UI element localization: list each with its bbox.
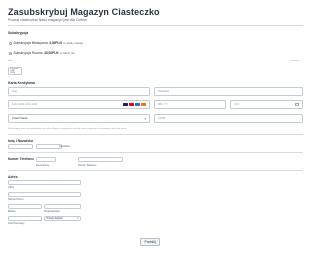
- discover-icon: [141, 102, 146, 107]
- option-yearly-suffix: co każdy rok: [59, 51, 75, 55]
- option-monthly-label: Subskrypcja Miesięczna: [13, 41, 48, 45]
- phone-area-sublabel: Kierunkowy: [36, 163, 50, 167]
- page-subtitle: Poznaj ciasteczka! Nasz magazyn jest dla…: [8, 18, 88, 22]
- submit-button[interactable]: Prześlij: [140, 238, 160, 246]
- country-select[interactable]: Proszę Wybrać ▾: [44, 216, 81, 221]
- phone-divider: [8, 170, 303, 171]
- card-last-name-input[interactable]: Nazwisko: [154, 87, 303, 96]
- option-monthly-suffix: co każdy miesiąc: [63, 41, 84, 45]
- total-value: 0,00 PLN: [10, 70, 15, 74]
- phone-number-input[interactable]: [78, 157, 123, 162]
- visa-icon: [123, 102, 128, 107]
- coupon-hint: Kod: [8, 60, 12, 62]
- card-country-select[interactable]: United States ▾: [8, 114, 150, 123]
- option-monthly-price: 4,00PLN: [49, 41, 62, 45]
- phone-number-sublabel: Numer Telefonu: [78, 163, 97, 167]
- total-box: Łącznie 0,00 PLN: [8, 67, 22, 75]
- amex-icon: [135, 102, 140, 107]
- card-label: Karta Kredytowa: [8, 81, 35, 85]
- card-expiry-input[interactable]: MM / YY: [154, 100, 226, 109]
- phone-label: Numer Telefonu: [8, 157, 34, 161]
- first-name-input[interactable]: [8, 144, 33, 149]
- card-cvc-input[interactable]: CVC: [230, 100, 303, 109]
- mastercard-icon: [129, 102, 134, 107]
- last-name-sublabel: Nazwisko: [59, 145, 71, 148]
- cvc-card-icon: [294, 103, 299, 106]
- apply-hint[interactable]: Zastosuj: [291, 60, 299, 62]
- chevron-down-icon: ▾: [144, 116, 146, 121]
- street-sublabel: Ulica: [8, 186, 14, 189]
- page-title: Zasubskrybuj Magazyn Ciasteczko: [8, 7, 160, 17]
- card-cvc-placeholder: CVC: [234, 103, 240, 106]
- option-yearly-price: 40,00PLN: [44, 51, 59, 55]
- card-country-value: United States: [12, 117, 28, 120]
- header-divider: [8, 25, 303, 26]
- option-yearly[interactable]: Subskrypcja Roczna 40,00PLN co każdy rok: [9, 51, 74, 55]
- name-label: Imię i Nazwisko: [8, 139, 34, 143]
- region-sublabel: Województwo: [44, 210, 60, 213]
- city-sublabel: Miasto: [8, 210, 16, 213]
- card-brands: [122, 102, 146, 107]
- card-number-input[interactable]: 1234 1234 1234 1234: [8, 100, 150, 109]
- subscription-form: Zasubskrybuj Magazyn Ciasteczko Poznaj c…: [0, 0, 310, 256]
- radio-monthly[interactable]: [9, 41, 12, 45]
- card-zip-input[interactable]: 12345: [154, 114, 303, 123]
- street-input[interactable]: [8, 180, 81, 185]
- street2-input[interactable]: [8, 192, 81, 197]
- card-first-name-input[interactable]: Imię: [8, 87, 150, 96]
- region-input[interactable]: [44, 204, 81, 209]
- option-yearly-label: Subskrypcja Roczna: [13, 51, 43, 55]
- city-input[interactable]: [8, 204, 42, 209]
- card-disclaimer: By providing your card information, you …: [8, 127, 128, 130]
- street2-sublabel: Numer Domu: [8, 198, 24, 201]
- card-number-placeholder: 1234 1234 1234 1234: [12, 103, 38, 106]
- radio-yearly[interactable]: [9, 51, 12, 55]
- zip-input[interactable]: [8, 216, 42, 221]
- address-label: Adres: [8, 175, 18, 179]
- name-divider: [8, 152, 303, 153]
- country-select-value: Proszę Wybrać: [46, 217, 63, 220]
- subscription-label: Subskrypcja: [8, 31, 29, 35]
- phone-area-input[interactable]: [36, 157, 56, 162]
- chevron-down-icon: ▾: [77, 217, 79, 220]
- zip-sublabel: Kod Pocztowy: [8, 222, 25, 225]
- card-divider: [8, 134, 303, 135]
- option-monthly[interactable]: Subskrypcja Miesięczna 4,00PLN co każdy …: [9, 41, 83, 45]
